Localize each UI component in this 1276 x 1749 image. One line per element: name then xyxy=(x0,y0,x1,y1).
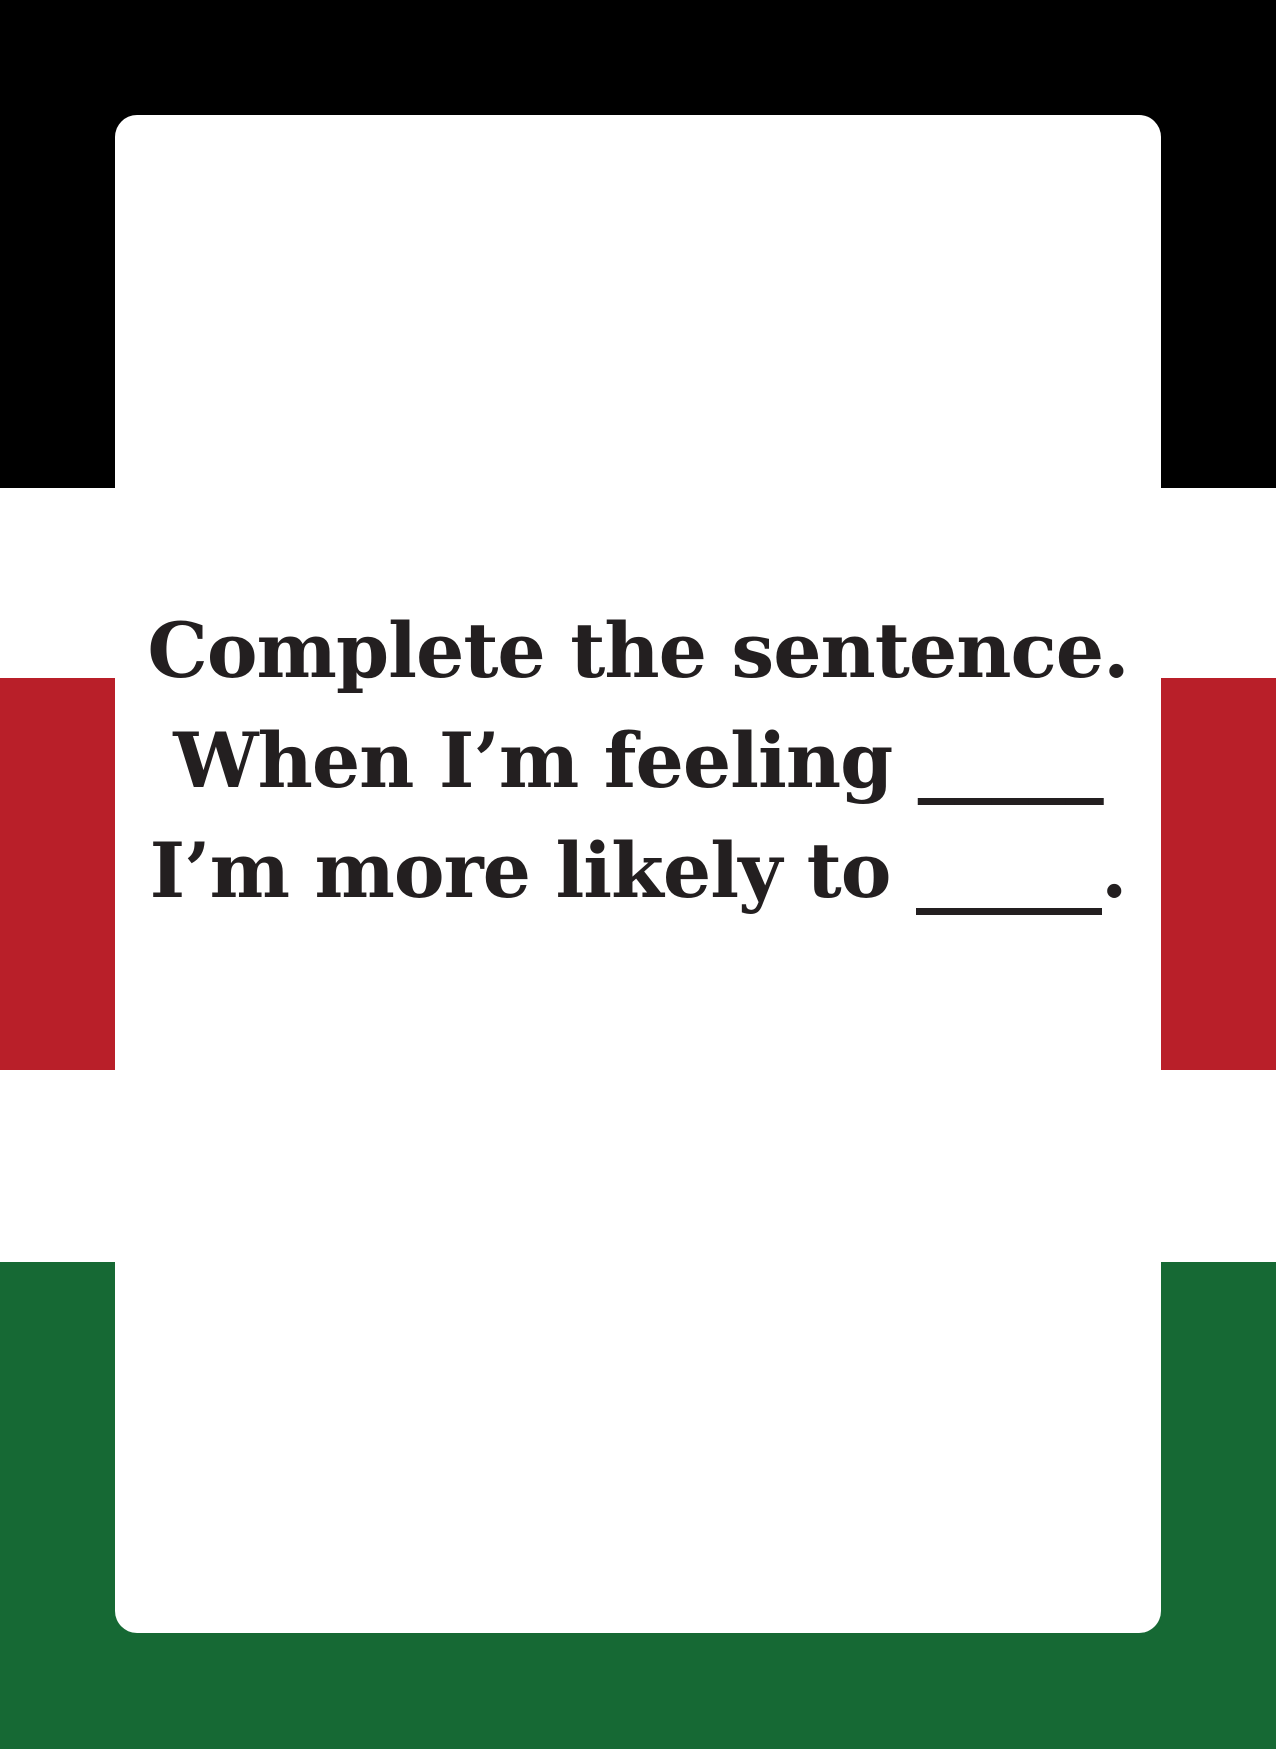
prompt-line-1: Complete the sentence. xyxy=(147,606,1129,695)
flag-background: Complete the sentence. When I’m feeling … xyxy=(0,0,1276,1749)
prompt-line-2: When I’m feeling _____ xyxy=(173,716,1104,805)
prompt-text: Complete the sentence. When I’m feeling … xyxy=(0,596,1276,926)
prompt-line-3: I’m more likely to _____. xyxy=(149,826,1128,915)
